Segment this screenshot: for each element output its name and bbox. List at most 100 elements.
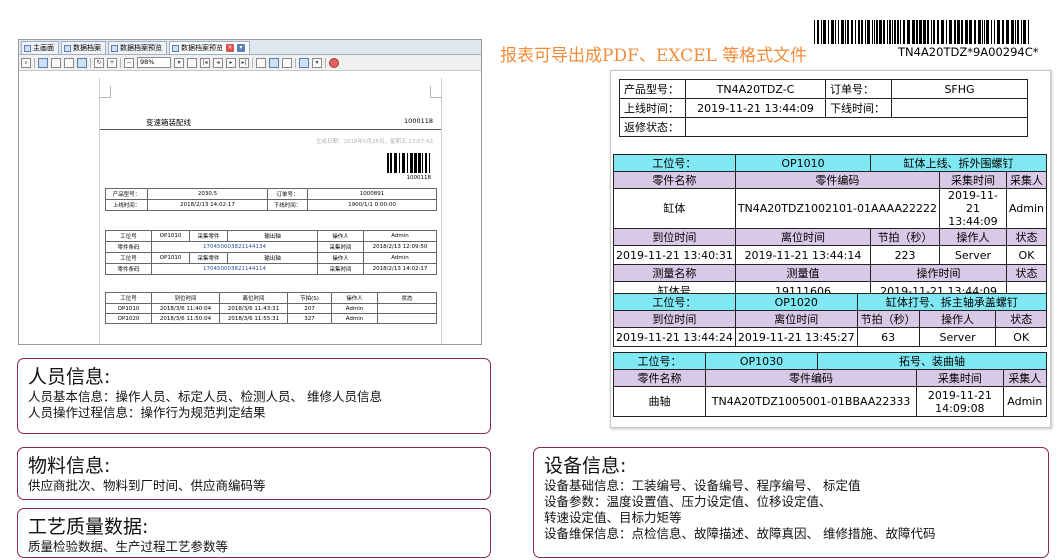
barcode-bar (1017, 20, 1019, 44)
divider (100, 129, 441, 130)
toolbar-separator (34, 57, 35, 68)
report-page: 变速箱装配线 1000118 生成日期：2018年5月25日，星期五 17:07… (99, 78, 442, 344)
page-setup-icon[interactable] (256, 57, 266, 68)
column-header: 零件编码 (734, 171, 941, 189)
barcode-bar (861, 20, 863, 44)
first-page-icon[interactable]: |◂ (200, 57, 210, 68)
table-cell: 采集零件 (189, 252, 228, 264)
barcode-bar (949, 20, 952, 44)
print-icon[interactable] (51, 57, 61, 68)
tab-main[interactable]: 主画面 (21, 41, 59, 54)
zoom-select[interactable]: 98% (137, 57, 171, 68)
box-title: 工艺质量数据: (28, 516, 149, 538)
equipment-info-box: 设备信息: 设备基础信息：工装编号、设备编号、程序编号、 标定值 设备参数：温度… (533, 447, 1049, 558)
station-row: 工位号： OP1030 拓号、装曲轴 (613, 352, 1047, 370)
open-icon[interactable] (38, 57, 48, 68)
table-cell: OP1020 (105, 313, 152, 324)
zoom-fit-icon[interactable] (187, 57, 197, 68)
table-row: OP1010 2018/3/6 11:40:04 2018/3/6 11:43:… (105, 303, 437, 314)
barcode-bar (1021, 20, 1022, 44)
table-cell: 输出轴 (227, 230, 318, 242)
offline-value (891, 98, 1028, 118)
zoom-in-icon[interactable]: + (107, 57, 117, 68)
station-description: 缸体上线、拆外围螺钉 (870, 154, 1047, 172)
tab-archive-preview-active[interactable]: 数据档案预览 × ▾ (169, 41, 250, 54)
document-icon (111, 44, 118, 52)
station-code: OP1030 (705, 352, 818, 370)
table-cell: 采集时间 (317, 241, 364, 253)
watermark-icon[interactable] (282, 57, 292, 68)
box-line: 质量检验数据、生产过程工艺参数等 (28, 539, 229, 554)
barcode-bar (387, 153, 389, 173)
report-canvas[interactable]: 变速箱装配线 1000118 生成日期：2018年5月25日，星期五 17:07… (19, 72, 481, 344)
tab-data-archive[interactable]: 数据档案 (61, 41, 106, 54)
report-generated-date: 生成日期：2018年5月25日，星期五 17:07:43 (316, 139, 433, 145)
toolbar-separator (90, 57, 91, 68)
table-cell: Server (939, 245, 1007, 265)
save-icon[interactable] (77, 57, 87, 68)
table-cell: 操作人 (317, 252, 364, 264)
table-cell: 零件条码 (105, 263, 152, 275)
crop-mark (99, 86, 111, 98)
barcode-bar (957, 20, 960, 44)
barcode-bar (874, 20, 875, 44)
edit-icon[interactable] (269, 57, 279, 68)
table-cell: OK (1005, 245, 1048, 265)
column-header: 状态 (1005, 228, 1048, 246)
part-barcode-link[interactable]: 170450003821144134 (151, 241, 318, 253)
order-value: SFHG (891, 79, 1028, 99)
online-value: 2018/2/13 14:02:17 (147, 199, 268, 211)
station-label: 工位号： (613, 352, 706, 370)
tab-list-icon[interactable]: ▾ (237, 44, 245, 52)
last-page-icon[interactable]: ▸| (239, 57, 249, 68)
barcode-bar (997, 20, 1000, 44)
column-header: 操作时间 (870, 264, 1007, 282)
column-header: 状态 (377, 292, 437, 304)
export-icon[interactable] (299, 57, 309, 68)
barcode-bar (916, 20, 918, 44)
toolbar-separator (295, 57, 296, 68)
column-header: 工位号 (105, 292, 152, 304)
table-cell: 2019-11-21 13:40:31 (613, 245, 736, 265)
zoom-out-icon[interactable]: − (124, 57, 134, 68)
print-preview-icon[interactable] (64, 57, 74, 68)
tab-archive-preview[interactable]: 数据档案预览 (108, 41, 167, 54)
record-header-table: 产品型号： TN4A20TDZ-C 订单号： SFHG 上线时间： 2019-1… (619, 79, 1028, 137)
barcode-bar (986, 20, 989, 44)
box-line: 转速设定值、目标力矩等 (544, 510, 682, 525)
prev-page-icon[interactable]: ◂ (213, 57, 223, 68)
station-code: OP1010 (734, 154, 872, 172)
table-cell: Admin (331, 313, 378, 324)
barcode-bar (821, 20, 822, 44)
table-cell: 2018/3/6 11:43:31 (219, 303, 288, 314)
table-cell: Admin (363, 230, 437, 242)
refresh-icon[interactable]: ↻ (94, 57, 104, 68)
barcode-bar (991, 20, 992, 44)
export-dropdown-icon[interactable]: ▾ (312, 57, 322, 68)
column-header: 操作人 (918, 310, 997, 328)
barcode-bar (425, 153, 427, 173)
part-barcode-link[interactable]: 170450003821144114 (151, 263, 318, 275)
find-icon[interactable]: ⌕ (21, 57, 31, 68)
table-cell: OK (995, 327, 1047, 347)
barcode-bar (1002, 20, 1004, 44)
barcode-bar (912, 20, 915, 44)
viewer-tab-bar: 主画面 数据档案 数据档案预览 数据档案预览 × ▾ (19, 40, 481, 55)
table-cell: 2018/3/6 11:40:04 (151, 303, 220, 314)
zoom-dropdown-icon[interactable]: ▾ (174, 57, 184, 68)
close-icon[interactable]: × (226, 44, 234, 52)
barcode-bar (851, 20, 853, 44)
column-header: 操作人 (331, 292, 378, 304)
table-cell: OP1010 (105, 303, 152, 314)
barcode-bar (855, 20, 856, 44)
barcode-bar (982, 20, 983, 44)
table-header-row: 工位号 到位时间 离位时间 节拍(S) 操作人 状态 (105, 292, 437, 304)
box-title: 设备信息: (544, 455, 627, 477)
next-page-icon[interactable]: ▸ (226, 57, 236, 68)
barcode-bar (422, 153, 423, 173)
table-cell: 操作人 (317, 230, 364, 242)
close-preview-icon[interactable] (329, 57, 339, 68)
table-cell: Admin (331, 303, 378, 314)
barcode-bar (390, 153, 392, 173)
offline-label: 下线时间： (825, 98, 892, 118)
